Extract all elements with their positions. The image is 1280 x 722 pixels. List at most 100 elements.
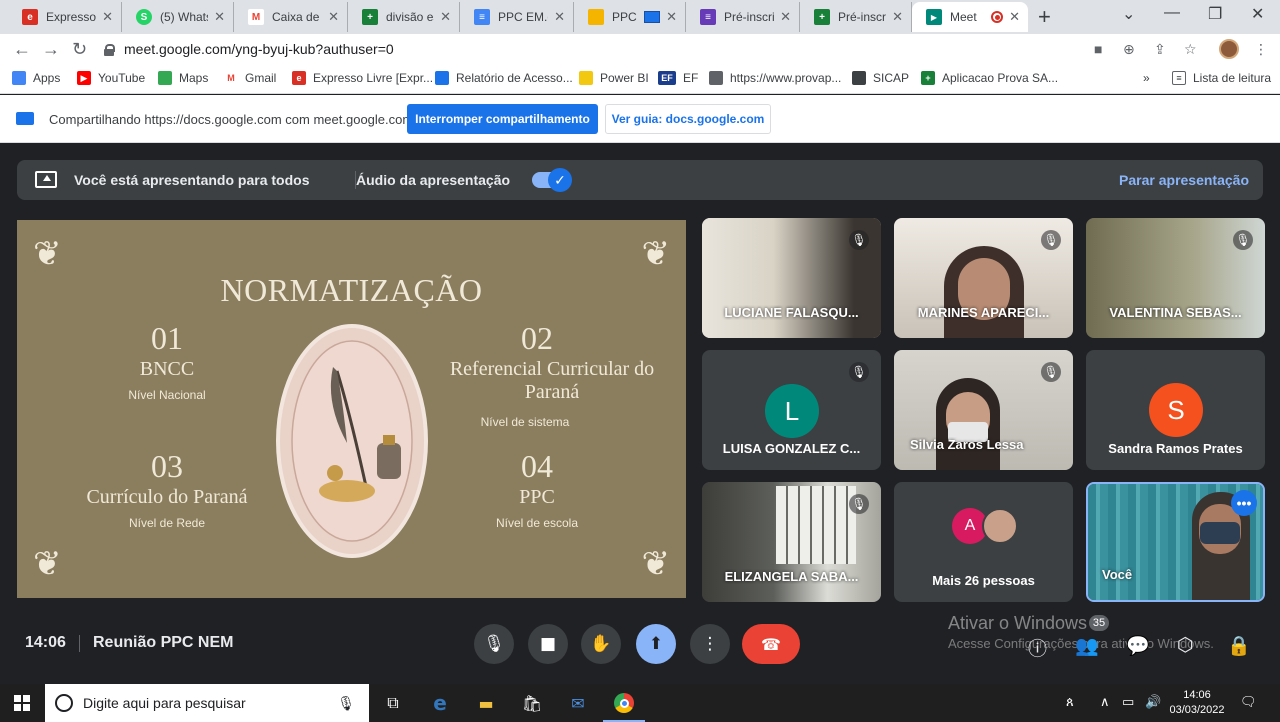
bookmark-aplicacao[interactable]: + Aplicacao Prova SA... (921, 71, 1058, 85)
close-icon[interactable]: ✕ (666, 9, 677, 25)
reading-list-button[interactable]: ≡ Lista de leitura (1172, 71, 1271, 85)
chrome-icon[interactable] (603, 690, 645, 722)
edge-icon[interactable]: e (427, 690, 453, 716)
tab-label: PPC N (612, 10, 640, 24)
tab-expresso[interactable]: e Expresso L ✕ (8, 2, 122, 32)
share-icon[interactable]: ⇪ (1154, 41, 1166, 58)
bookmark-label: Maps (179, 71, 209, 85)
chat-icon[interactable]: 💬 (1126, 634, 1150, 657)
host-controls-icon[interactable]: 🔒 (1227, 634, 1251, 657)
url-text: meet.google.com/yng-byuj-kub?authuser=0 (124, 41, 394, 57)
leave-call-button[interactable]: ☎ (742, 624, 800, 664)
camera-icon[interactable]: ■ (1094, 41, 1102, 57)
minimize-button[interactable]: — (1164, 4, 1180, 22)
zoom-icon[interactable]: ⊕ (1123, 41, 1135, 58)
participant-name: Você (1102, 567, 1133, 582)
back-icon[interactable]: ← (13, 39, 31, 60)
item-number: 01 (151, 320, 183, 356)
tab-slides-ppc[interactable]: PPC N ✕ (574, 2, 686, 32)
bookmark-label: Relatório de Acesso... (456, 71, 573, 85)
bookmark-gmail[interactable]: M Gmail (224, 71, 276, 85)
item-subtitle: Nível de escola (495, 516, 579, 530)
participant-tile-sandra[interactable]: S Sandra Ramos Prates (1086, 350, 1265, 470)
close-icon[interactable]: ✕ (554, 9, 565, 25)
menu-icon[interactable]: ⋮ (1254, 41, 1268, 58)
close-icon[interactable]: ✕ (780, 9, 791, 25)
participant-name: Silvia Zaros Lessa (910, 437, 1024, 452)
participant-tile-luciane[interactable]: 🎙 LUCIANE FALASQU... (702, 218, 881, 338)
file-explorer-icon[interactable]: ▬ (473, 690, 499, 716)
close-icon[interactable]: ✕ (1009, 9, 1020, 25)
phone-hangup-icon: ☎ (761, 634, 781, 654)
bookmark-star-icon[interactable]: ☆ (1184, 41, 1197, 58)
camera-button[interactable]: ■ (528, 624, 568, 664)
tab-sheets-2[interactable]: + Pré-inscriç ✕ (800, 2, 912, 32)
participant-tile-luisa[interactable]: 🎙 L LUISA GONZALEZ C... (702, 350, 881, 470)
maximize-button[interactable]: ❐ (1208, 4, 1222, 24)
participant-tile-elizangela[interactable]: 🎙 ELIZANGELA SABA... (702, 482, 881, 602)
tab-meet[interactable]: ▶ Meet ✕ (912, 2, 1028, 32)
tab-search-icon[interactable]: ⌄ (1122, 4, 1135, 24)
profile-avatar[interactable] (1219, 39, 1239, 59)
participant-tile-silvia[interactable]: 🎙 Silvia Zaros Lessa (894, 350, 1073, 470)
meeting-info-icon[interactable]: ⓘ (1028, 634, 1047, 661)
more-options-button[interactable]: ⋮ (690, 624, 730, 664)
chevron-up-icon[interactable]: ∧ (1100, 695, 1110, 710)
people-tray-icon[interactable]: ጰ (1066, 695, 1074, 710)
bookmark-youtube[interactable]: ▶ YouTube (77, 71, 145, 85)
bookmark-apps[interactable]: Apps (12, 71, 60, 85)
bookmark-maps[interactable]: Maps (158, 71, 208, 85)
audio-toggle[interactable]: ✓ (532, 168, 572, 192)
participant-tile-marines[interactable]: 🎙 MARINES APARECI... (894, 218, 1073, 338)
people-count-badge: 35 (1089, 615, 1109, 631)
bookmark-powerbi[interactable]: Power BI (579, 71, 649, 85)
stop-sharing-button[interactable]: Interromper compartilhamento (407, 104, 598, 134)
microphone-icon[interactable]: 🎙 (337, 695, 355, 712)
activities-icon[interactable]: ⬡ (1177, 634, 1194, 656)
address-bar[interactable]: meet.google.com/yng-byuj-kub?authuser=0 (104, 36, 1084, 62)
view-tab-button[interactable]: Ver guia: docs.google.com (605, 104, 771, 134)
bookmark-provap[interactable]: https://www.provap... (709, 71, 841, 85)
participant-tile-self[interactable]: ••• Você (1086, 482, 1265, 602)
network-icon[interactable]: ▭ (1122, 695, 1134, 710)
close-icon[interactable]: ✕ (102, 9, 113, 25)
new-tab-button[interactable]: + (1038, 4, 1051, 30)
bookmark-sicap[interactable]: SICAP (852, 71, 909, 85)
people-icon[interactable]: 👥 (1075, 634, 1099, 657)
tab-gmail[interactable]: M Caixa de e ✕ (234, 2, 348, 32)
bookmark-expresso[interactable]: e Expresso Livre [Expr... (292, 71, 433, 85)
shared-slide: ❦ ❦ ❦ ❦ NORMATIZAÇÃO 01 BNCC Nível Nacio… (17, 220, 686, 598)
store-icon[interactable]: 🛍 (519, 690, 545, 716)
forward-icon[interactable]: → (42, 39, 60, 60)
windows-start-icon[interactable] (14, 695, 30, 711)
close-icon[interactable]: ✕ (440, 9, 451, 25)
taskbar-time: 14:06 (1183, 689, 1211, 701)
tab-label: Caixa de e (272, 10, 322, 24)
close-window-button[interactable]: ✕ (1251, 4, 1264, 24)
close-icon[interactable]: ✕ (892, 9, 903, 25)
close-icon[interactable]: ✕ (214, 9, 225, 25)
bookmark-ef[interactable]: EF EF (658, 71, 698, 85)
taskbar-clock[interactable]: 14:06 03/03/2022 (1168, 688, 1226, 718)
notifications-icon[interactable]: 🗨 (1240, 695, 1257, 710)
raise-hand-button[interactable]: ✋ (581, 624, 621, 664)
tab-sheets-divisao[interactable]: + divisão esc ✕ (348, 2, 460, 32)
more-participants-tile[interactable]: A Mais 26 pessoas (894, 482, 1073, 602)
present-now-button[interactable]: ⬆ (636, 624, 676, 664)
more-options-icon[interactable]: ••• (1231, 490, 1257, 516)
bookmark-relatorio[interactable]: Relatório de Acesso... (435, 71, 573, 85)
sharing-message: Compartilhando https://docs.google.com c… (49, 112, 414, 127)
microphone-button[interactable]: 🎙 (474, 624, 514, 664)
tab-docs-ppc[interactable]: ≡ PPC EM.do ✕ (460, 2, 574, 32)
more-bookmarks-button[interactable]: » (1143, 71, 1150, 85)
taskbar-search[interactable]: Digite aqui para pesquisar 🎙 (45, 684, 369, 722)
volume-icon[interactable]: 🔊 (1145, 695, 1161, 710)
reload-icon[interactable]: ↻ (72, 39, 87, 60)
mail-icon[interactable]: ✉ (565, 690, 591, 716)
close-icon[interactable]: ✕ (328, 9, 339, 25)
tab-forms-1[interactable]: ≡ Pré-inscriç ✕ (686, 2, 800, 32)
stop-presenting-link[interactable]: Parar apresentação (1119, 172, 1249, 188)
participant-tile-valentina[interactable]: 🎙 VALENTINA SEBAS... (1086, 218, 1265, 338)
task-view-icon[interactable]: ⧉ (380, 690, 406, 716)
tab-whatsapp[interactable]: S (5) WhatsA ✕ (122, 2, 234, 32)
